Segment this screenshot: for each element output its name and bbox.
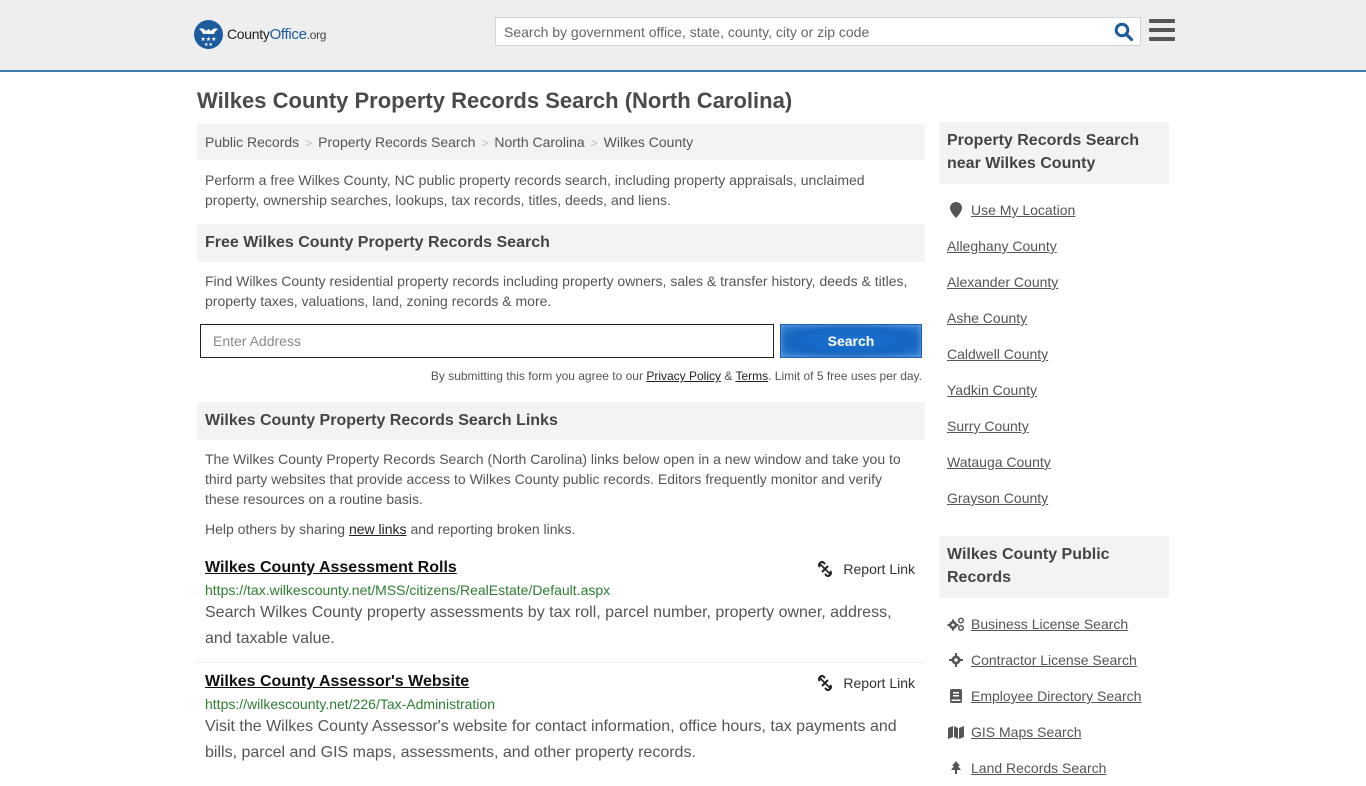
free-search-heading: Free Wilkes County Property Records Sear… xyxy=(197,224,925,262)
nearby-county-link[interactable]: Grayson County xyxy=(947,490,1048,506)
book-icon xyxy=(947,689,965,703)
svg-text:★★: ★★ xyxy=(204,42,213,48)
address-search-button[interactable]: Search xyxy=(780,324,922,358)
breadcrumb-wilkes-county[interactable]: Wilkes County xyxy=(604,134,693,150)
nearby-county-item: Alexander County xyxy=(947,264,1169,300)
breadcrumb-separator: > xyxy=(305,136,313,150)
nearby-list: Use My Location Alleghany County Alexand… xyxy=(939,192,1169,516)
privacy-policy-link[interactable]: Privacy Policy xyxy=(646,369,721,383)
links-help-text: Help others by sharing new links and rep… xyxy=(205,521,576,537)
record-url[interactable]: https://tax.wilkescounty.net/MSS/citizen… xyxy=(205,582,917,598)
record-item: Wilkes County Assessment Rolls Report Li… xyxy=(197,559,925,652)
public-record-item: Business License Search xyxy=(947,606,1169,642)
tree-icon xyxy=(947,761,965,775)
record-description: Search Wilkes County property assessment… xyxy=(205,604,892,647)
address-search-form: Search xyxy=(197,324,925,360)
links-section-description: The Wilkes County Property Records Searc… xyxy=(205,451,901,507)
logo-text: CountyOffice.org xyxy=(227,26,327,43)
breadcrumb-north-carolina[interactable]: North Carolina xyxy=(494,134,584,150)
sidebar: Property Records Search near Wilkes Coun… xyxy=(939,122,1169,786)
nearby-county-item: Watauga County xyxy=(947,444,1169,480)
broken-link-icon xyxy=(818,675,833,691)
page-title: Wilkes County Property Records Search (N… xyxy=(197,88,793,113)
public-record-item: GIS Maps Search xyxy=(947,714,1169,750)
location-pin-icon xyxy=(947,202,965,218)
broken-link-icon xyxy=(818,561,833,577)
terms-link[interactable]: Terms xyxy=(735,369,768,383)
employee-directory-search-link[interactable]: Employee Directory Search xyxy=(971,688,1141,704)
nearby-county-link[interactable]: Alleghany County xyxy=(947,238,1057,254)
free-search-description: Find Wilkes County residential property … xyxy=(205,273,908,309)
gear-icon xyxy=(947,653,965,667)
report-link-button[interactable]: Report Link xyxy=(817,675,915,691)
nearby-county-link[interactable]: Caldwell County xyxy=(947,346,1048,362)
site-logo[interactable]: ★★★ ★★ CountyOffice.org xyxy=(194,20,326,49)
public-record-item: Contractor License Search xyxy=(947,642,1169,678)
search-icon[interactable] xyxy=(1114,22,1134,42)
breadcrumb-separator: > xyxy=(590,136,598,150)
breadcrumb-property-records-search[interactable]: Property Records Search xyxy=(318,134,475,150)
land-records-search-link[interactable]: Land Records Search xyxy=(971,760,1106,776)
nearby-heading: Property Records Search near Wilkes Coun… xyxy=(939,122,1169,184)
eagle-logo-icon: ★★★ ★★ xyxy=(194,20,223,49)
nearby-county-item: Ashe County xyxy=(947,300,1169,336)
breadcrumb: Public Records > Property Records Search > N… xyxy=(197,124,925,160)
form-disclaimer: By submitting this form you agree to our… xyxy=(430,369,922,383)
global-search xyxy=(495,17,1141,46)
links-section-heading: Wilkes County Property Records Search Li… xyxy=(197,402,925,440)
gears-icon xyxy=(947,617,965,631)
record-title-link[interactable]: Wilkes County Assessment Rolls xyxy=(205,559,457,577)
record-description: Visit the Wilkes County Assessor's websi… xyxy=(205,718,897,761)
contractor-license-search-link[interactable]: Contractor License Search xyxy=(971,652,1137,668)
gis-maps-search-link[interactable]: GIS Maps Search xyxy=(971,724,1082,740)
use-my-location-item: Use My Location xyxy=(947,192,1169,228)
nearby-county-item: Alleghany County xyxy=(947,228,1169,264)
record-url[interactable]: https://wilkescounty.net/226/Tax-Adminis… xyxy=(205,696,917,712)
breadcrumb-separator: > xyxy=(481,136,489,150)
record-item: Wilkes County Assessor's Website Report … xyxy=(197,673,925,766)
menu-icon[interactable] xyxy=(1149,19,1175,41)
new-links-link[interactable]: new links xyxy=(349,521,407,537)
use-my-location-link[interactable]: Use My Location xyxy=(971,202,1075,218)
public-records-list: Business License Search Contractor Licen… xyxy=(939,606,1169,786)
nearby-county-link[interactable]: Ashe County xyxy=(947,310,1027,326)
report-link-button[interactable]: Report Link xyxy=(817,561,915,577)
nearby-county-item: Surry County xyxy=(947,408,1169,444)
record-divider xyxy=(197,662,925,663)
main-content: Public Records > Property Records Search > N… xyxy=(197,124,925,766)
public-record-item: Land Records Search xyxy=(947,750,1169,786)
business-license-search-link[interactable]: Business License Search xyxy=(971,616,1128,632)
site-header: ★★★ ★★ CountyOffice.org xyxy=(0,0,1366,72)
intro-text: Perform a free Wilkes County, NC public … xyxy=(205,172,865,208)
map-icon xyxy=(947,725,965,739)
address-input[interactable] xyxy=(200,324,774,358)
nearby-county-link[interactable]: Surry County xyxy=(947,418,1029,434)
nearby-county-link[interactable]: Alexander County xyxy=(947,274,1058,290)
breadcrumb-public-records[interactable]: Public Records xyxy=(205,134,299,150)
nearby-county-item: Yadkin County xyxy=(947,372,1169,408)
nearby-county-link[interactable]: Yadkin County xyxy=(947,382,1037,398)
public-record-item: Employee Directory Search xyxy=(947,678,1169,714)
nearby-county-link[interactable]: Watauga County xyxy=(947,454,1051,470)
nearby-county-item: Grayson County xyxy=(947,480,1169,516)
global-search-input[interactable] xyxy=(496,18,1096,45)
record-title-link[interactable]: Wilkes County Assessor's Website xyxy=(205,673,469,691)
nearby-county-item: Caldwell County xyxy=(947,336,1169,372)
public-records-heading: Wilkes County Public Records xyxy=(939,536,1169,598)
